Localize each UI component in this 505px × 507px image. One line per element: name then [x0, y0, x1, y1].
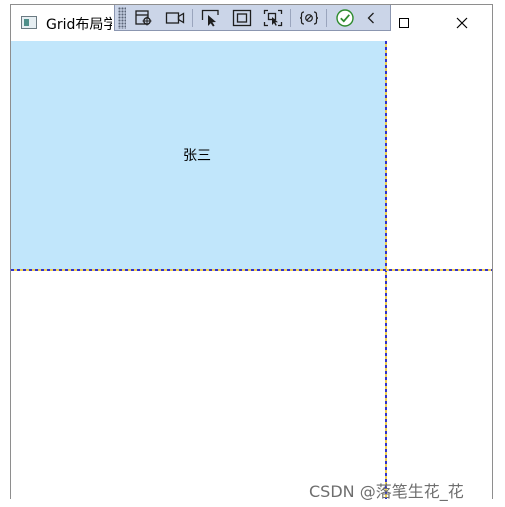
select-element-icon	[201, 9, 219, 26]
live-visual-tree-button[interactable]	[131, 7, 157, 29]
collapse-toolbar-button[interactable]	[363, 7, 379, 29]
app-window: Grid布局学 张三	[10, 4, 493, 499]
hot-reload-ok-icon	[336, 8, 354, 27]
close-icon	[456, 17, 468, 29]
binding-failures-button[interactable]	[296, 7, 322, 29]
close-button[interactable]	[439, 5, 485, 41]
track-focused-element-icon	[263, 9, 283, 26]
window-title: Grid布局学	[46, 17, 112, 33]
display-layout-adorners-icon	[232, 9, 252, 26]
toolbar-separator	[192, 8, 193, 27]
toolbar-grip[interactable]	[118, 6, 126, 29]
grid-row-divider	[11, 269, 492, 271]
app-window-icon	[21, 16, 37, 29]
grid-layout-root: 张三	[11, 41, 492, 499]
record-video-button[interactable]	[162, 7, 188, 29]
grid-cell-0-0: 张三	[11, 41, 386, 270]
collapse-chevron-icon	[367, 12, 374, 23]
wpf-debug-toolbar	[114, 5, 391, 31]
live-visual-tree-icon	[135, 9, 152, 25]
csdn-watermark: CSDN @落笔生花_花	[309, 482, 464, 501]
video-camera-icon	[165, 11, 185, 24]
maximize-icon	[399, 18, 409, 28]
track-focused-element-button[interactable]	[260, 7, 286, 29]
toolbar-separator	[290, 8, 291, 27]
binding-failures-icon	[299, 10, 319, 25]
hot-reload-status-button[interactable]	[332, 7, 358, 29]
select-element-button[interactable]	[198, 7, 224, 29]
cell-label: 张三	[183, 148, 211, 164]
toolbar-separator	[326, 8, 327, 27]
display-layout-adorners-button[interactable]	[229, 7, 255, 29]
